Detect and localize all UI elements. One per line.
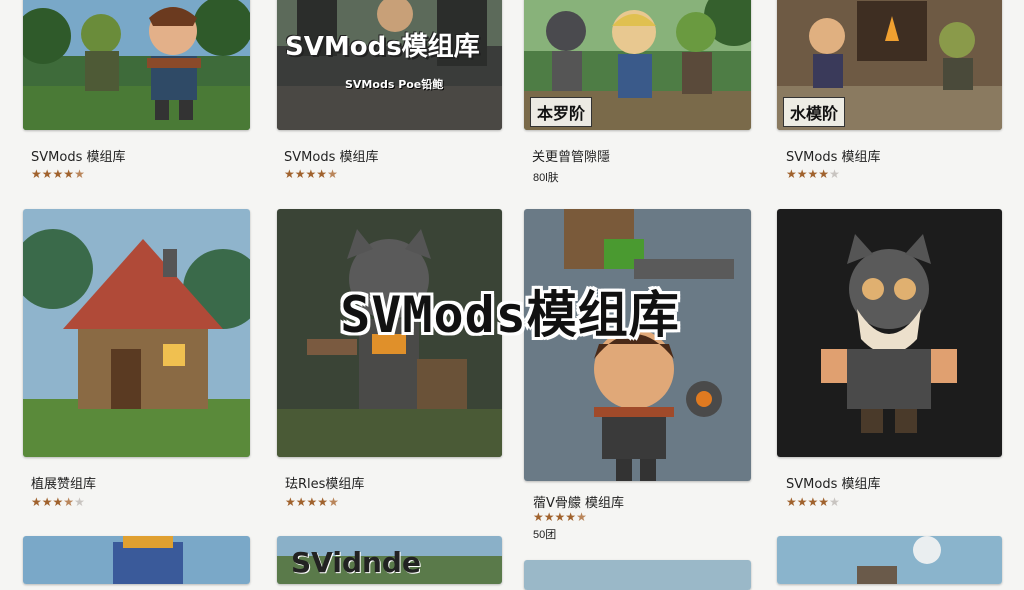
thumbnail-banner-text: SVMods模组库	[285, 32, 480, 62]
mod-thumbnail[interactable]	[524, 209, 751, 481]
download-count: 80l肤	[533, 172, 559, 184]
mod-thumbnail[interactable]: 本罗阶	[524, 0, 751, 130]
mod-thumbnail[interactable]	[23, 536, 250, 584]
mod-title[interactable]: SVMods 模组库	[31, 146, 125, 165]
thumbnail-tag: 水模阶	[783, 97, 846, 127]
mod-thumbnail[interactable]	[524, 560, 751, 590]
mod-thumbnail[interactable]: SVMods模组库 SVMods Poe铅鲍	[277, 0, 502, 130]
rating-stars: ★★★★★	[786, 167, 840, 181]
mod-thumbnail[interactable]	[777, 536, 1002, 584]
rating-stars: ★★★★★	[533, 510, 587, 524]
mod-grid: SVMods 模组库 ★★★★★ SVMods模组库 SVMods Poe铅鲍 …	[0, 0, 1024, 590]
mod-title[interactable]: 植展赞组库	[31, 473, 96, 492]
rating-stars: ★★★★★	[786, 495, 840, 509]
thumbnail-tag: 本罗阶	[530, 97, 593, 127]
rating-stars: ★★★★★	[284, 167, 338, 181]
mod-title[interactable]: SVMods 模组库	[786, 473, 880, 492]
mod-thumbnail[interactable]	[23, 0, 250, 130]
mod-title[interactable]: SVMods 模组库	[786, 146, 880, 165]
mod-thumbnail[interactable]: 水模阶	[777, 0, 1002, 130]
mod-title[interactable]: 关更曾管隙隱	[532, 146, 610, 165]
mod-thumbnail[interactable]	[277, 209, 502, 457]
rating-stars: ★★★★★	[31, 495, 85, 509]
download-count: 50团	[533, 529, 557, 541]
rating-stars: ★★★★★	[285, 495, 339, 509]
mod-thumbnail[interactable]	[23, 209, 250, 457]
mod-thumbnail[interactable]	[777, 209, 1002, 457]
mod-title[interactable]: SVMods 模组库	[284, 146, 378, 165]
thumbnail-banner-text: SVidnde	[291, 546, 421, 579]
mod-title[interactable]: 蓿V骨艨 模组库	[533, 492, 624, 511]
rating-stars: ★★★★★	[31, 167, 85, 181]
thumbnail-subtext: SVMods Poe铅鲍	[345, 78, 444, 91]
mod-title[interactable]: 珐Rles模组库	[285, 473, 364, 492]
mod-thumbnail[interactable]: SVidnde	[277, 536, 502, 584]
